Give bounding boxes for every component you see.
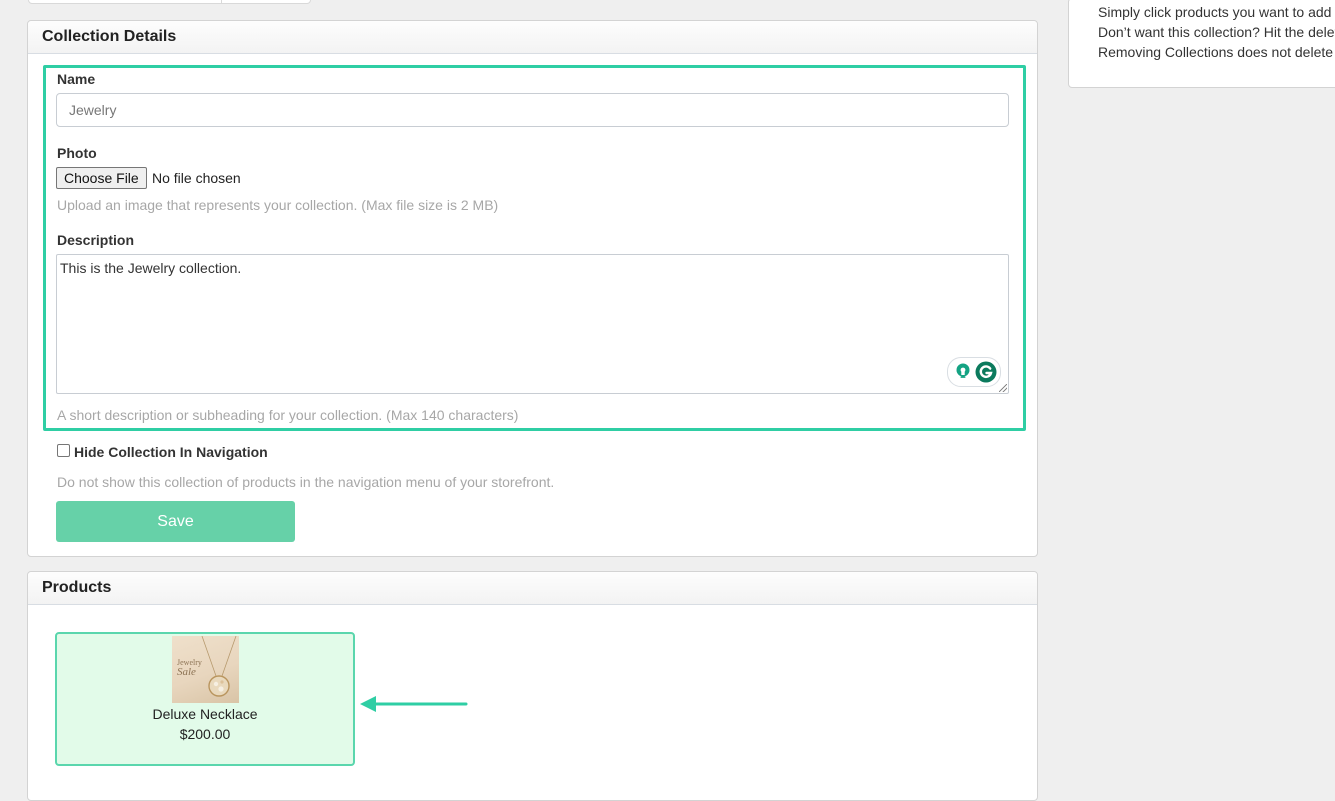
description-text: This is the Jewelry collection. <box>60 260 242 276</box>
products-panel: Products Jewelry Sale Deluxe Necklace $2… <box>27 571 1038 801</box>
necklace-image <box>201 636 237 697</box>
bulb-icon <box>956 363 970 378</box>
description-label: Description <box>57 232 135 248</box>
help-panel: Simply click products you want to add Do… <box>1068 0 1335 88</box>
help-line: Don’t want this collection? Hit the dele… <box>1098 24 1335 40</box>
arrow-left-icon <box>360 696 468 712</box>
description-help-text: A short description or subheading for yo… <box>57 407 519 423</box>
name-label: Name <box>57 71 96 87</box>
choose-file-button[interactable]: Choose File <box>56 167 147 189</box>
photo-label: Photo <box>57 145 97 161</box>
product-name: Deluxe Necklace <box>152 706 258 722</box>
product-card[interactable]: Jewelry Sale Deluxe Necklace $200.00 <box>55 632 355 766</box>
panel-title: Collection Details <box>28 21 1037 54</box>
hide-collection-checkbox[interactable] <box>57 444 70 457</box>
hide-help-text: Do not show this collection of products … <box>57 474 555 490</box>
hide-collection-label[interactable]: Hide Collection In Navigation <box>74 444 268 460</box>
name-input[interactable] <box>56 93 1009 127</box>
help-line: Removing Collections does not delete <box>1098 44 1334 60</box>
product-price: $200.00 <box>179 726 231 742</box>
grammarly-icon <box>975 361 997 383</box>
description-textarea[interactable]: This is the Jewelry collection. <box>56 254 1009 394</box>
collection-details-panel: Collection Details Name Photo Choose Fil… <box>27 20 1038 557</box>
file-status: No file chosen <box>152 170 241 186</box>
photo-help-text: Upload an image that represents your col… <box>57 197 499 213</box>
grammarly-widget[interactable] <box>947 357 1001 387</box>
top-tab-strip <box>28 0 311 4</box>
panel-title: Products <box>28 572 1037 605</box>
save-button[interactable]: Save <box>56 501 295 542</box>
product-thumbnail: Jewelry Sale <box>172 636 239 703</box>
resize-handle[interactable] <box>999 384 1007 392</box>
help-line: Simply click products you want to add <box>1098 4 1332 20</box>
